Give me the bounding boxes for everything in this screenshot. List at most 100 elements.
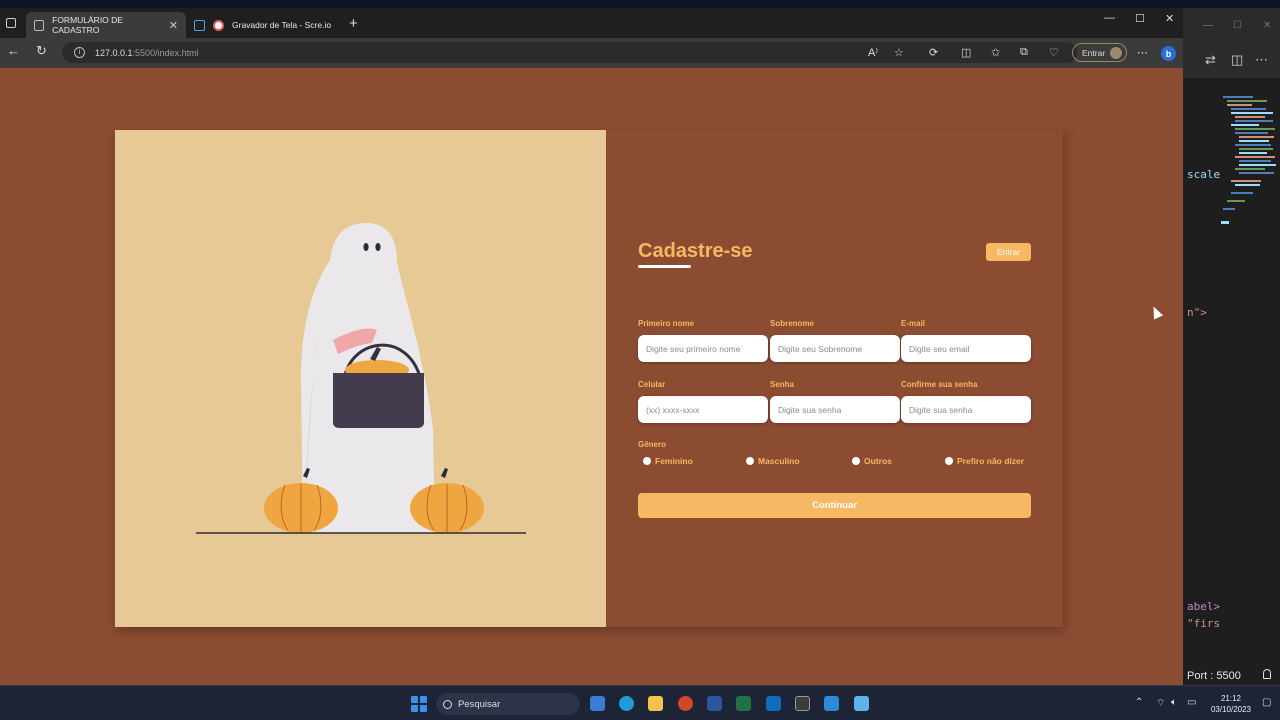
vscode-statusbar: Port : 5500 (1183, 666, 1280, 685)
taskbar-search[interactable]: Pesquisar (436, 693, 580, 715)
vscode-maximize-icon[interactable]: ☐ (1233, 20, 1242, 31)
notepad-icon[interactable] (854, 696, 869, 711)
maximize-icon[interactable]: ☐ (1135, 12, 1145, 25)
radio-outros[interactable]: Outros (852, 456, 892, 466)
windows-taskbar: Pesquisar ⌃ ⌔ 🔈︎ ▭ 21:12 03/10/2023 ▢ (0, 685, 1280, 720)
last-name-label: Sobrenome (770, 319, 815, 328)
profile-button[interactable]: Entrar (1072, 43, 1127, 62)
powerpoint-icon[interactable] (678, 696, 693, 711)
tab-actions-icon[interactable] (6, 18, 16, 28)
clock-time: 21:12 (1220, 694, 1242, 703)
collections-icon[interactable]: ⧉ (1020, 46, 1028, 59)
compare-icon[interactable]: ⇄ (1205, 52, 1216, 68)
email-group: E-mail (901, 319, 1031, 362)
first-name-input[interactable] (638, 335, 768, 362)
favorite-star-icon[interactable]: ☆ (894, 46, 904, 59)
clock-date: 03/10/2023 (1210, 705, 1252, 714)
tray-chevron-icon[interactable]: ⌃ (1135, 697, 1143, 708)
volume-icon[interactable]: 🔈︎ (1171, 697, 1177, 708)
code-fragment: "firs (1187, 617, 1221, 630)
radio-prefiro-nao-dizer[interactable]: Prefiro não dizer (945, 456, 1024, 466)
recording-icon (213, 19, 224, 31)
mail-icon[interactable] (766, 696, 781, 711)
form-title: Cadastre-se (638, 240, 753, 262)
close-window-icon[interactable]: ✕ (1165, 12, 1174, 25)
ghost-illustration (115, 130, 606, 627)
last-name-input[interactable] (770, 335, 900, 362)
file-explorer-icon[interactable] (648, 696, 663, 711)
more-options-icon[interactable]: ⋯ (1137, 46, 1148, 59)
confirm-password-input[interactable] (901, 396, 1031, 423)
refresh-icon[interactable]: ↻ (36, 43, 47, 59)
code-fragment: n"> (1187, 306, 1207, 319)
title-underline (638, 265, 691, 268)
vscode-app-icon[interactable] (824, 696, 839, 711)
gender-label: Gênero (638, 440, 667, 449)
battery-icon[interactable]: ▭ (1187, 697, 1196, 708)
close-tab-icon[interactable]: ✕ (169, 19, 178, 32)
tab-formulario[interactable]: FORMULÁRIO DE CADASTRO ✕ (26, 12, 186, 38)
camera-icon (194, 19, 205, 31)
search-icon (443, 699, 452, 709)
radio-feminino[interactable]: Feminino (643, 456, 693, 466)
terminal-icon[interactable] (795, 696, 810, 711)
mouse-cursor-icon (1148, 304, 1164, 320)
extensions-icon[interactable]: ⟳ (929, 46, 938, 59)
profile-label: Entrar (1082, 47, 1106, 58)
form-panel: Cadastre-se Entrar Primeiro nome Sobreno… (606, 130, 1063, 627)
wifi-icon[interactable]: ⌔ (1156, 697, 1165, 710)
split-editor-icon[interactable]: ◫ (1231, 52, 1243, 68)
url-field[interactable]: i 127.0.0.1:5500/index.html (62, 42, 1077, 63)
tab-gravador[interactable]: Gravador de Tela - Scre.io (186, 12, 344, 38)
radio-label: Prefiro não dizer (957, 456, 1025, 466)
notification-icon[interactable]: ▢ (1262, 697, 1271, 708)
vscode-titlebar: — ☐ ✕ ⇄ ◫ ⋯ (1183, 8, 1280, 78)
continue-button[interactable]: Continuar (638, 493, 1031, 518)
word-icon[interactable] (707, 696, 722, 711)
address-bar: ← ↻ i 127.0.0.1:5500/index.html A⁾ ☆ ⟳ ◫… (0, 38, 1183, 68)
confirm-password-label: Confirme sua senha (901, 380, 978, 389)
vscode-close-icon[interactable]: ✕ (1263, 20, 1271, 31)
taskbar-clock[interactable]: 21:12 03/10/2023 (1205, 693, 1257, 715)
read-aloud-icon[interactable]: A⁾ (868, 46, 878, 59)
favorites-icon[interactable]: ✩ (991, 46, 1000, 59)
vscode-minimize-icon[interactable]: — (1203, 20, 1213, 31)
more-actions-icon[interactable]: ⋯ (1255, 52, 1268, 68)
radio-label: Feminino (655, 456, 693, 466)
radio-circle[interactable] (945, 457, 953, 465)
radio-circle[interactable] (643, 457, 651, 465)
phone-input[interactable] (638, 396, 768, 423)
password-input[interactable] (770, 396, 900, 423)
excel-icon[interactable] (736, 696, 751, 711)
back-icon[interactable]: ← (7, 43, 20, 58)
search-label: Pesquisar (458, 698, 501, 710)
url-host: 127.0.0.1 (95, 47, 133, 58)
first-name-group: Primeiro nome (638, 319, 768, 362)
browser-essentials-icon[interactable]: ♡ (1049, 46, 1059, 59)
login-button[interactable]: Entrar (986, 243, 1031, 261)
edge-app-icon[interactable] (619, 696, 634, 711)
site-info-icon[interactable]: i (74, 47, 85, 58)
radio-circle[interactable] (746, 457, 754, 465)
email-input[interactable] (901, 335, 1031, 362)
password-label: Senha (770, 380, 795, 389)
phone-label: Celular (638, 380, 666, 389)
page-viewport: Cadastre-se Entrar Primeiro nome Sobreno… (0, 68, 1183, 685)
notifications-bell-icon[interactable] (1263, 669, 1271, 679)
minimize-icon[interactable]: — (1104, 12, 1115, 24)
split-screen-icon[interactable]: ◫ (961, 46, 971, 59)
live-server-port[interactable]: Port : 5500 (1187, 670, 1241, 682)
windows-start-icon[interactable] (411, 696, 427, 712)
radio-circle[interactable] (852, 457, 860, 465)
copilot-app-icon[interactable] (590, 696, 605, 711)
avatar (1110, 47, 1122, 59)
phone-group: Celular (638, 380, 768, 423)
code-fragment: scale (1187, 168, 1221, 181)
new-tab-icon[interactable]: + (349, 15, 358, 32)
tab-bar: FORMULÁRIO DE CADASTRO ✕ Gravador de Tel… (0, 8, 1183, 38)
radio-masculino[interactable]: Masculino (746, 456, 800, 466)
browser-window: FORMULÁRIO DE CADASTRO ✕ Gravador de Tel… (0, 8, 1183, 685)
copilot-icon[interactable]: b (1161, 46, 1176, 61)
first-name-label: Primeiro nome (638, 319, 695, 328)
ghost-pumpkin-image (196, 223, 526, 534)
